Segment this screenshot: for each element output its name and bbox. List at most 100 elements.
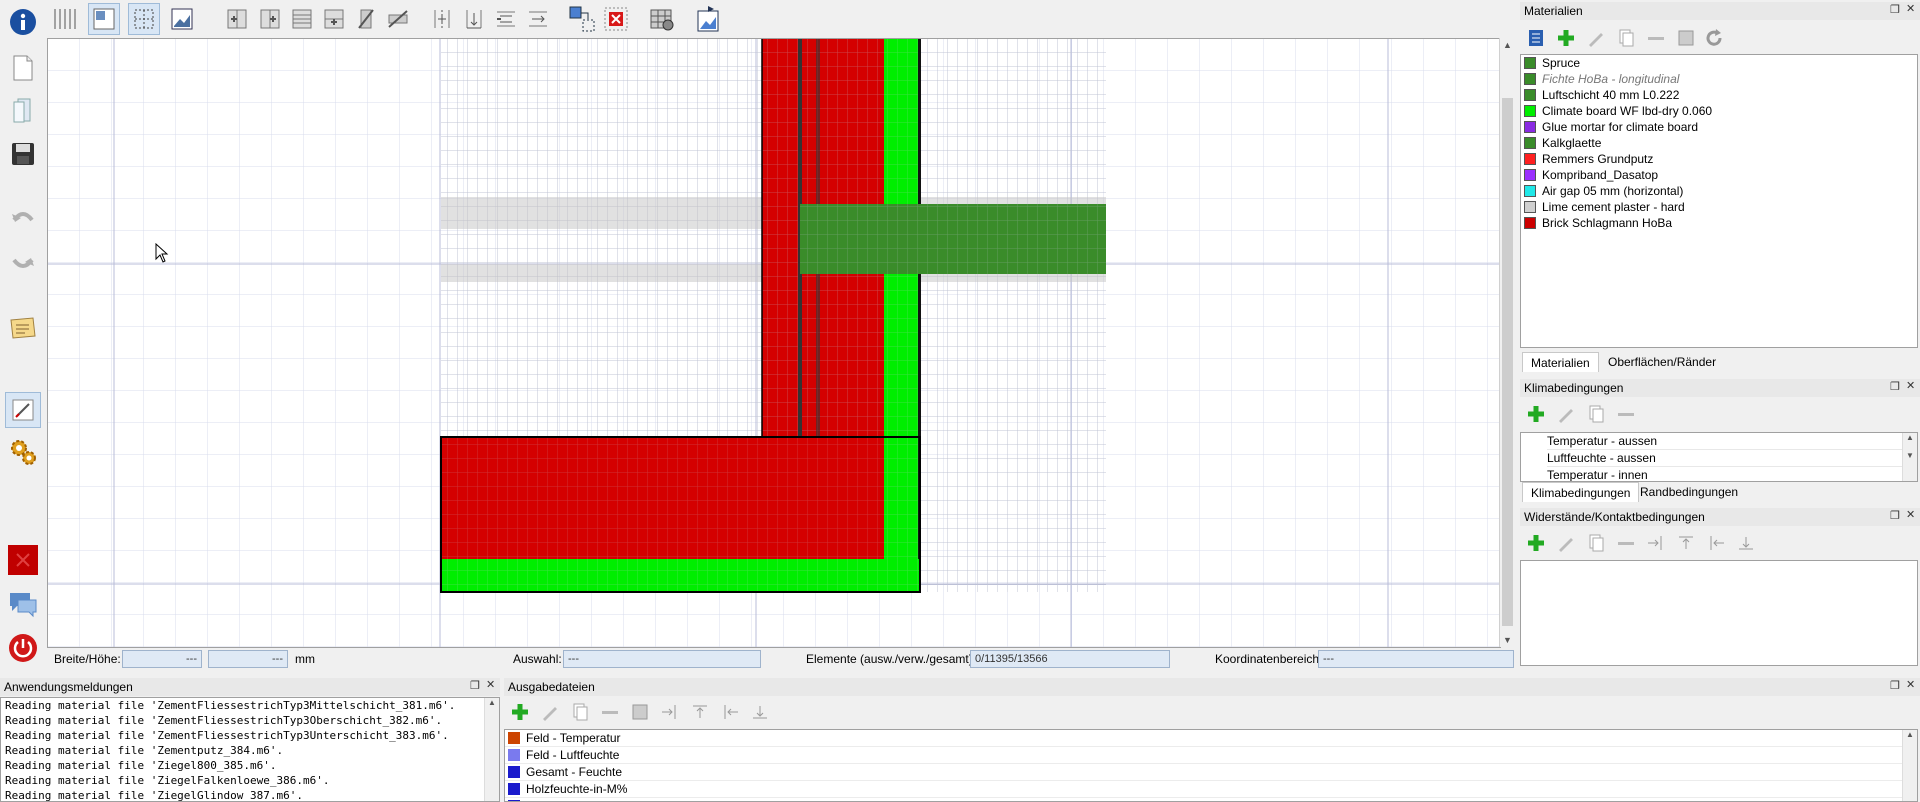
outputs-scrollbar[interactable]: ▲ <box>1902 730 1917 801</box>
canvas-vertical-scrollbar[interactable]: ▲ ▼ <box>1499 38 1516 647</box>
close-icon[interactable]: ✕ <box>486 678 495 691</box>
delete-column-icon[interactable] <box>350 3 382 35</box>
copy-output-icon[interactable] <box>568 700 592 724</box>
insert-column-right-icon[interactable] <box>254 3 286 35</box>
vertical-lines-icon[interactable] <box>49 3 81 35</box>
geometry-canvas[interactable] <box>47 38 1501 648</box>
material-item[interactable]: Climate board WF lbd-dry 0.060 <box>1521 103 1917 119</box>
materials-list[interactable]: Spruce Fichte HoBa - longitudinal Luftschi… <box>1520 54 1918 348</box>
output-item[interactable]: Feld - Luftfeuchte <box>505 747 1917 764</box>
resistances-list[interactable] <box>1520 560 1918 666</box>
draw-mode-icon[interactable] <box>5 392 41 428</box>
remove-material-icon[interactable] <box>1644 26 1668 50</box>
material-item[interactable]: Glue mortar for climate board <box>1521 119 1917 135</box>
info-icon[interactable] <box>5 4 41 40</box>
refresh-icon[interactable] <box>1702 26 1726 50</box>
material-item[interactable]: Remmers Grundputz <box>1521 151 1917 167</box>
float-icon[interactable]: ❐ <box>470 679 480 692</box>
output-item[interactable]: Gesamt - Feuchte <box>505 764 1917 781</box>
assign-top-icon[interactable] <box>1674 531 1698 555</box>
remove-assignment-icon[interactable] <box>600 3 632 35</box>
copy-material-icon[interactable] <box>1614 26 1638 50</box>
tab-climate[interactable]: Klimabedingungen <box>1522 482 1640 502</box>
split-row-icon[interactable] <box>458 3 490 35</box>
new-file-icon[interactable] <box>5 50 41 86</box>
remove-resistance-icon[interactable] <box>1614 531 1638 555</box>
assign-left-icon[interactable] <box>1704 531 1728 555</box>
add-material-icon[interactable] <box>1554 26 1578 50</box>
image-icon[interactable] <box>166 3 198 35</box>
climate-item[interactable]: Temperatur - aussen <box>1547 433 1917 450</box>
assign-right-icon[interactable] <box>658 700 682 724</box>
notes-icon[interactable] <box>5 310 41 346</box>
close-icon[interactable]: ✕ <box>1906 508 1915 521</box>
copy-climate-icon[interactable] <box>1584 402 1608 426</box>
tab-surfaces[interactable]: Oberflächen/Ränder <box>1600 352 1724 372</box>
insert-row-below-icon[interactable] <box>318 3 350 35</box>
remove-output-icon[interactable] <box>598 700 622 724</box>
close-icon[interactable]: ✕ <box>1906 678 1915 691</box>
material-assign-icon[interactable] <box>1674 26 1698 50</box>
climate-scrollbar[interactable]: ▲ ▼ <box>1902 433 1917 481</box>
output-item[interactable]: Holzfeuchte in M% 2 <box>505 798 1917 801</box>
remove-climate-icon[interactable] <box>1614 402 1638 426</box>
close-icon[interactable]: ✕ <box>1906 2 1915 15</box>
settings-icon[interactable] <box>5 434 41 470</box>
edit-climate-icon[interactable] <box>1554 402 1578 426</box>
undo-icon[interactable] <box>5 200 41 236</box>
float-icon[interactable]: ❐ <box>1890 380 1900 393</box>
material-item[interactable]: Kalkglaette <box>1521 135 1917 151</box>
edit-resistance-icon[interactable] <box>1554 531 1578 555</box>
coords-field[interactable]: --- <box>1318 650 1514 668</box>
height-field[interactable]: --- <box>208 650 288 668</box>
insert-row-above-icon[interactable] <box>286 3 318 35</box>
assign-top-icon[interactable] <box>688 700 712 724</box>
output-item[interactable]: Holzfeuchte-in-M% <box>505 781 1917 798</box>
material-item[interactable]: Kompriband_Dasatop <box>1521 167 1917 183</box>
material-item[interactable]: Spruce <box>1521 55 1917 71</box>
climate-item[interactable]: Temperatur - innen <box>1547 467 1917 481</box>
material-item[interactable]: Luftschicht 40 mm L0.222 <box>1521 87 1917 103</box>
material-item[interactable]: Air gap 05 mm (horizontal) <box>1521 183 1917 199</box>
close-icon[interactable]: ✕ <box>1906 379 1915 392</box>
width-field[interactable]: --- <box>122 650 202 668</box>
climate-item[interactable]: Luftfeuchte - aussen <box>1547 450 1917 467</box>
open-file-icon[interactable] <box>5 92 41 128</box>
material-database-icon[interactable] <box>1524 26 1548 50</box>
messages-scrollbar[interactable]: ▲ <box>484 698 499 801</box>
float-icon[interactable]: ❐ <box>1890 509 1900 522</box>
material-item[interactable]: Lime cement plaster - hard <box>1521 199 1917 215</box>
merge-rows-icon[interactable] <box>522 3 554 35</box>
assign-left-icon[interactable] <box>718 700 742 724</box>
merge-columns-icon[interactable] <box>490 3 522 35</box>
elements-field[interactable]: 0/11395/13566 <box>970 650 1170 668</box>
output-item[interactable]: Feld - Temperatur <box>505 730 1917 747</box>
redo-icon[interactable] <box>5 244 41 280</box>
save-icon[interactable] <box>5 136 41 172</box>
select-region-icon[interactable] <box>88 3 120 35</box>
float-icon[interactable]: ❐ <box>1890 679 1900 692</box>
add-climate-icon[interactable] <box>1524 402 1548 426</box>
delete-row-icon[interactable] <box>382 3 414 35</box>
export-image-icon[interactable] <box>692 3 724 35</box>
copy-resistance-icon[interactable] <box>1584 531 1608 555</box>
assign-right-icon[interactable] <box>1644 531 1668 555</box>
outputs-list[interactable]: Feld - Temperatur Feld - Luftfeuchte Gesam… <box>504 729 1918 802</box>
select-element-icon[interactable] <box>128 3 160 35</box>
insert-column-left-icon[interactable] <box>221 3 253 35</box>
tab-boundary[interactable]: Randbedingungen <box>1632 482 1746 502</box>
climate-list[interactable]: Temperatur - aussen Luftfeuchte - aussen T… <box>1520 432 1918 482</box>
tab-materials[interactable]: Materialien <box>1522 352 1599 372</box>
messages-log[interactable]: Reading material file 'ZementFliessestri… <box>0 697 500 802</box>
material-item[interactable]: Fichte HoBa - longitudinal <box>1521 71 1917 87</box>
assign-bottom-icon[interactable] <box>1734 531 1758 555</box>
power-icon[interactable] <box>5 630 41 666</box>
edit-output-icon[interactable] <box>538 700 562 724</box>
split-column-icon[interactable] <box>426 3 458 35</box>
output-assign-icon[interactable] <box>628 700 652 724</box>
scroll-up-icon[interactable]: ▲ <box>1503 40 1512 50</box>
scroll-down-icon[interactable]: ▼ <box>1503 635 1512 645</box>
add-resistance-icon[interactable] <box>1524 531 1548 555</box>
messages-icon[interactable] <box>5 586 41 622</box>
edit-material-icon[interactable] <box>1584 26 1608 50</box>
